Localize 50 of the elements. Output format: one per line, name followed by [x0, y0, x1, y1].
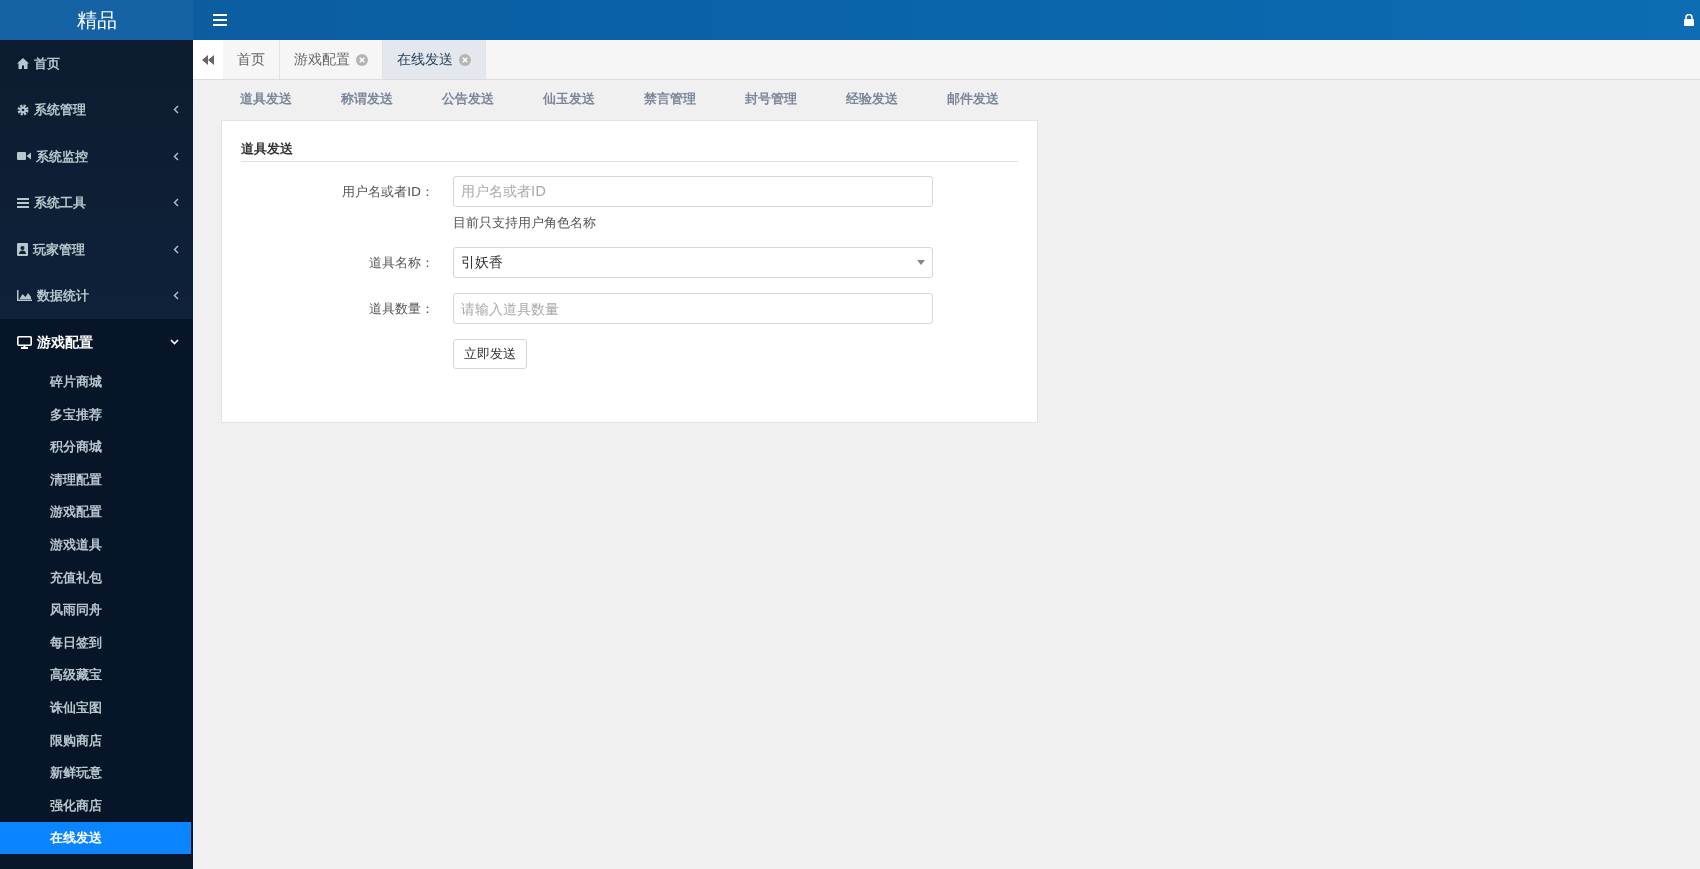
- list-icon: [17, 197, 29, 208]
- sidebar-subitem[interactable]: 碎片商城: [0, 365, 193, 399]
- field-label: 道具名称：: [368, 254, 435, 272]
- input-field[interactable]: 请输入道具数量: [453, 293, 933, 324]
- page-tab[interactable]: 在线发送: [383, 40, 486, 79]
- sidebar-item[interactable]: 首页: [0, 40, 193, 87]
- video-camera-icon: [17, 151, 31, 162]
- sidebar-subitem[interactable]: 新鲜玩意: [0, 756, 193, 790]
- sidebar-subitem[interactable]: 高级藏宝: [0, 658, 193, 692]
- sidebar-subitem[interactable]: 游戏配置: [0, 495, 193, 529]
- sidebar-subitem[interactable]: 积分商城: [0, 430, 193, 464]
- lock-icon[interactable]: [1684, 14, 1694, 26]
- sidebar-item[interactable]: 系统监控: [0, 133, 193, 180]
- chevron-left-icon: [173, 198, 179, 208]
- sidebar-item[interactable]: 数据统计: [0, 272, 193, 319]
- contact-card-icon: [17, 242, 28, 256]
- gear-icon: [17, 103, 29, 116]
- sidebar-item[interactable]: 系统管理: [0, 86, 193, 133]
- sidebar-subitem[interactable]: 清理配置: [0, 463, 193, 496]
- sidebar-item[interactable]: 玩家管理: [0, 226, 193, 273]
- sidebar-subitem[interactable]: 游戏道具: [0, 528, 193, 562]
- input-field[interactable]: 用户名或者ID: [453, 175, 933, 207]
- sidebar-subitem[interactable]: 充值礼包: [0, 561, 193, 594]
- sidebar-subitem[interactable]: 每日签到: [0, 626, 193, 659]
- chevron-left-icon: [173, 151, 179, 161]
- home-icon: [17, 57, 29, 69]
- section-title: 道具发送: [241, 139, 1018, 162]
- sidebar-item[interactable]: 系统工具: [0, 179, 193, 226]
- sidebar-subitem[interactable]: 限购商店: [0, 724, 193, 757]
- send-button[interactable]: 立即发送: [453, 339, 527, 369]
- monitor-icon: [17, 335, 32, 349]
- chevron-left-icon: [173, 244, 179, 254]
- brand-title: 精品: [0, 0, 193, 40]
- page-tab[interactable]: 首页: [223, 40, 280, 79]
- chevron-left-icon: [173, 105, 179, 115]
- select-field[interactable]: 引妖香: [453, 247, 933, 278]
- sidebar-subitem[interactable]: 风雨同舟: [0, 593, 193, 627]
- chevron-down-icon: [170, 339, 179, 346]
- sidebar-subitem[interactable]: 多宝推荐: [0, 398, 193, 431]
- field-label: 道具数量：: [368, 300, 435, 318]
- sidebar-item[interactable]: 游戏配置: [0, 319, 193, 366]
- chevron-left-icon: [173, 291, 179, 301]
- area-chart-icon: [17, 290, 32, 302]
- sidebar-subitem[interactable]: 诛仙宝图: [0, 691, 193, 725]
- field-label: 用户名或者ID：: [341, 182, 435, 201]
- dropdown-caret-icon: [917, 260, 925, 265]
- sidebar-subitem[interactable]: 在线发送: [0, 821, 191, 855]
- menu-icon[interactable]: [213, 14, 227, 26]
- sidebar-subitem[interactable]: 强化商店: [0, 789, 193, 822]
- help-text: 目前只支持用户角色名称: [453, 213, 597, 232]
